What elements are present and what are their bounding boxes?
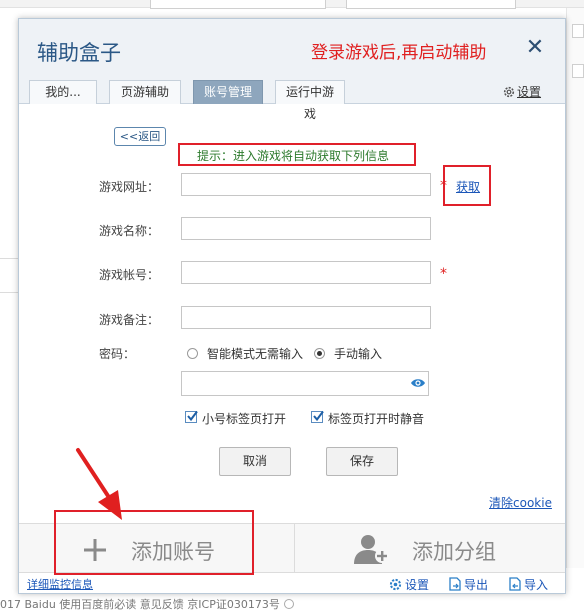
annotation-box-fetch bbox=[443, 165, 491, 206]
game-account-label: 游戏帐号： bbox=[99, 268, 160, 282]
import-button[interactable]: 导入 bbox=[509, 576, 548, 593]
annotation-box-add-account bbox=[54, 510, 254, 575]
game-note-input[interactable] bbox=[181, 306, 431, 329]
dialog-title: 辅助盒子 bbox=[37, 41, 121, 65]
game-note-label: 游戏备注： bbox=[99, 313, 160, 327]
detail-monitor-link[interactable]: 详细监控信息 bbox=[27, 576, 93, 592]
background-right-item bbox=[572, 64, 584, 78]
add-user-icon bbox=[354, 535, 389, 564]
background-footer-text: 017 Baidu 使用百度前必读 意见反馈 京ICP证030173号 bbox=[0, 598, 280, 611]
background-search-box-2 bbox=[346, 0, 516, 9]
tab-account-management[interactable]: 账号管理 bbox=[193, 80, 263, 104]
radio-manual-input[interactable] bbox=[314, 348, 325, 359]
checkbox-mute[interactable] bbox=[311, 410, 324, 423]
export-button[interactable]: 导出 bbox=[449, 576, 488, 593]
clear-cookie-link[interactable]: 清除cookie bbox=[489, 494, 552, 511]
tab-running-games[interactable]: 运行中游戏 bbox=[275, 80, 345, 121]
bottom-divider bbox=[294, 523, 295, 573]
password-label: 密码： bbox=[99, 347, 136, 361]
radio-smart-mode[interactable] bbox=[187, 348, 198, 359]
background-right-item bbox=[572, 24, 584, 38]
import-file-icon bbox=[509, 577, 521, 591]
radio-manual-input-label: 手动输入 bbox=[334, 347, 383, 361]
background-right-column bbox=[566, 8, 584, 568]
save-button[interactable]: 保存 bbox=[326, 447, 398, 476]
settings-link[interactable]: 设置 bbox=[503, 83, 541, 100]
add-group-label: 添加分组 bbox=[412, 540, 496, 564]
close-icon[interactable]: ✕ bbox=[525, 37, 545, 59]
required-mark: * bbox=[440, 266, 447, 282]
add-group-button[interactable]: 添加分组 bbox=[295, 524, 565, 572]
status-settings-label: 设置 bbox=[405, 578, 430, 592]
checkmark-icon bbox=[187, 410, 198, 422]
status-bar: 详细监控信息 设置 导出 导入 bbox=[19, 574, 565, 594]
eye-icon[interactable] bbox=[410, 377, 426, 389]
assistant-box-dialog: 辅助盒子 登录游戏后,再启动辅助 ✕ 我的... 页游辅助 账号管理 运行中游戏… bbox=[18, 18, 566, 594]
annotation-box-hint bbox=[178, 143, 416, 166]
tab-mine[interactable]: 我的... bbox=[29, 80, 97, 104]
game-url-label: 游戏网址： bbox=[99, 180, 160, 194]
header-annotation: 登录游戏后,再启动辅助 bbox=[311, 43, 487, 63]
gear-icon bbox=[389, 578, 402, 591]
settings-label: 设置 bbox=[517, 85, 542, 99]
police-badge-icon bbox=[283, 599, 294, 609]
background-divider bbox=[0, 258, 18, 259]
game-url-input[interactable] bbox=[181, 173, 431, 196]
checkbox-small-tab[interactable] bbox=[185, 410, 198, 423]
background-divider bbox=[0, 292, 18, 293]
tab-bar: 我的... 页游辅助 账号管理 运行中游戏 设置 bbox=[19, 77, 565, 121]
status-settings-button[interactable]: 设置 bbox=[389, 576, 429, 593]
radio-smart-mode-label: 智能模式无需输入 bbox=[207, 347, 304, 361]
checkbox-small-tab-label: 小号标签页打开 bbox=[202, 412, 287, 426]
password-input[interactable] bbox=[181, 371, 429, 396]
back-button[interactable]: <<返回 bbox=[114, 127, 166, 146]
checkbox-mute-label: 标签页打开时静音 bbox=[328, 412, 425, 426]
game-account-input[interactable] bbox=[181, 261, 431, 284]
cancel-button[interactable]: 取消 bbox=[219, 447, 291, 476]
import-label: 导入 bbox=[524, 578, 549, 592]
game-name-input[interactable] bbox=[181, 217, 431, 240]
tab-web-game-assist[interactable]: 页游辅助 bbox=[109, 80, 181, 104]
export-label: 导出 bbox=[464, 578, 489, 592]
background-search-box bbox=[150, 0, 326, 9]
checkmark-icon bbox=[313, 410, 324, 422]
background-footer: 017 Baidu 使用百度前必读 意见反馈 京ICP证030173号 bbox=[0, 596, 294, 611]
game-name-label: 游戏名称： bbox=[99, 224, 160, 238]
gear-icon bbox=[503, 86, 515, 98]
dialog-header: 辅助盒子 登录游戏后,再启动辅助 ✕ bbox=[19, 19, 565, 77]
export-file-icon bbox=[449, 577, 461, 591]
